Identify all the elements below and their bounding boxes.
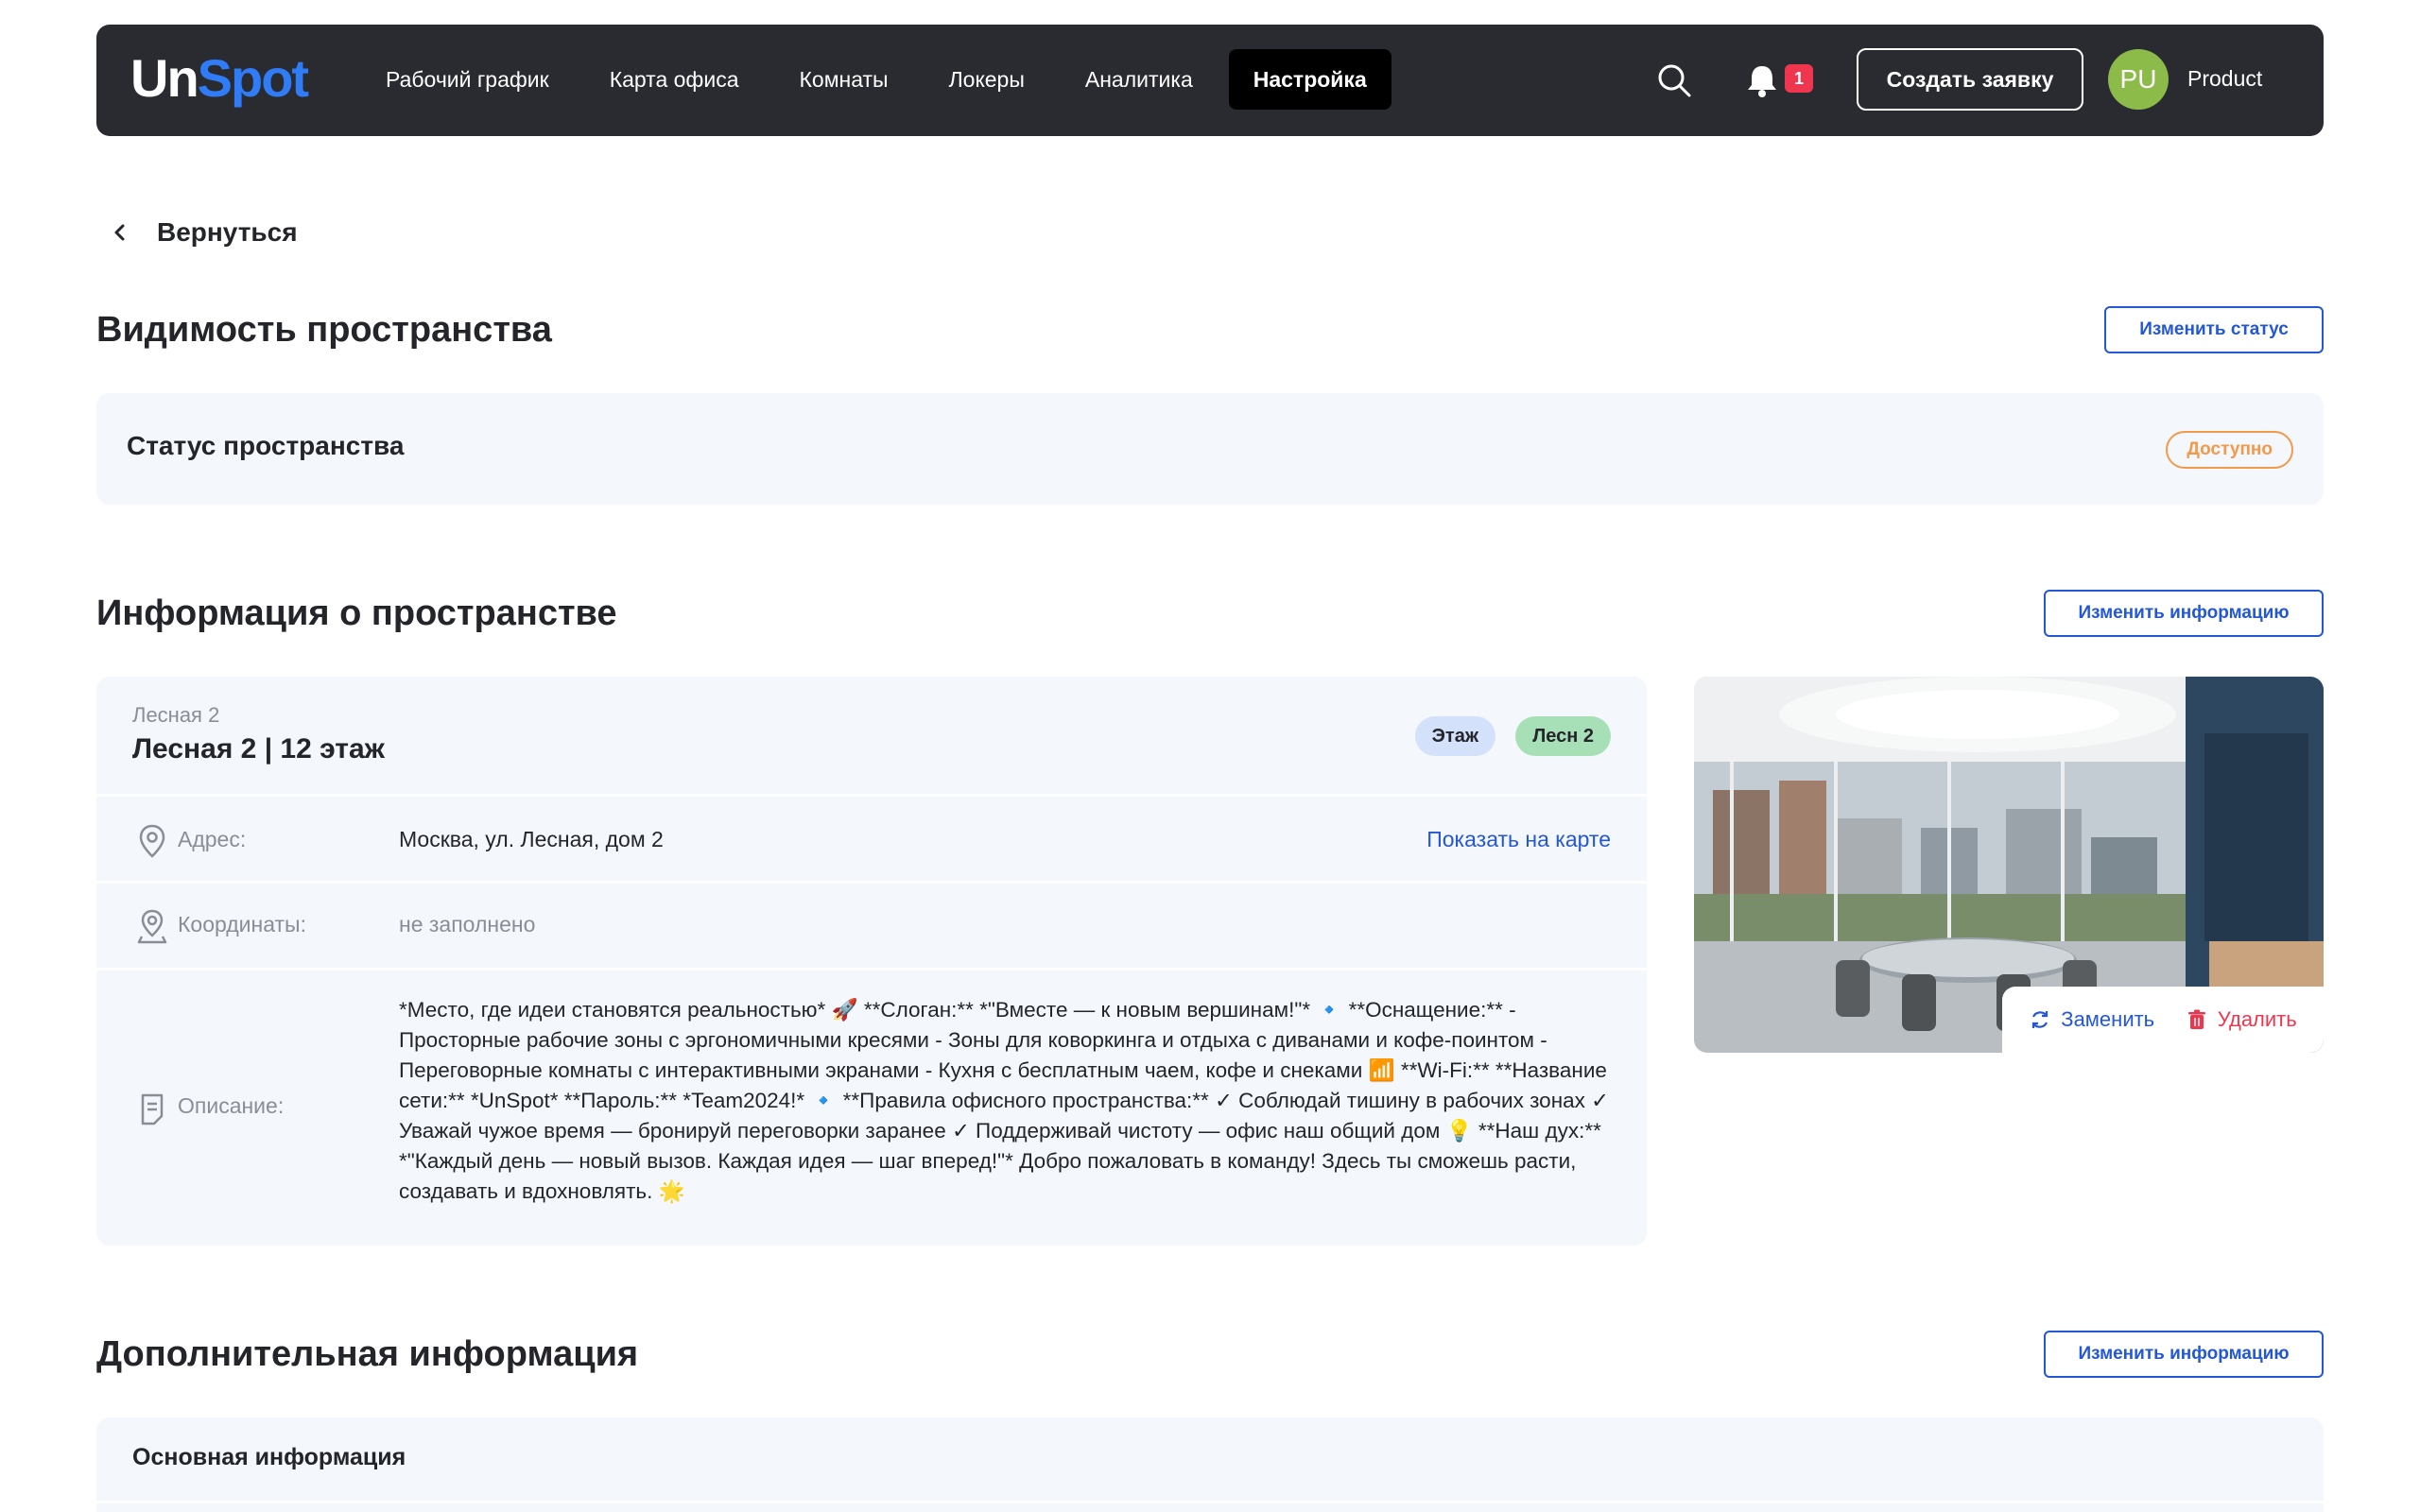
coordinates-label: Координаты: — [178, 912, 306, 936]
extra-info-card: Основная информация — [96, 1418, 2324, 1512]
back-link[interactable]: Вернуться — [106, 214, 298, 251]
description-text: *Место, где идеи становятся реальностью*… — [399, 998, 1609, 1203]
change-info-button[interactable]: Изменить информацию — [2044, 590, 2324, 637]
visibility-section-title: Видимость пространства — [96, 310, 552, 350]
space-info-header: Лесная 2 Лесная 2 | 12 этаж Этаж Лесн 2 — [96, 677, 1647, 794]
coordinates-value: не заполнено — [399, 912, 536, 936]
trash-icon — [2187, 1009, 2205, 1029]
location-pin-icon — [139, 824, 165, 858]
nav-item-schedule[interactable]: Рабочий график — [361, 49, 574, 110]
status-label: Статус пространства — [127, 431, 405, 460]
replace-photo-button[interactable]: Заменить — [2029, 1007, 2154, 1032]
space-photo: Заменить Удалить — [1694, 677, 2324, 1053]
address-value: Москва, ул. Лесная, дом 2 — [399, 827, 664, 851]
space-name: Лесная 2 | 12 этаж — [132, 733, 385, 765]
document-icon — [141, 1093, 164, 1125]
notification-count-badge: 1 — [1785, 64, 1813, 93]
description-row: Описание: *Место, где идеи становятся ре… — [96, 968, 1647, 1246]
main-info-subsection-title: Основная информация — [132, 1444, 406, 1470]
show-on-map-link[interactable]: Показать на карте — [1426, 827, 1611, 852]
create-request-button[interactable]: Создать заявку — [1857, 48, 2083, 111]
coordinates-row: Координаты: не заполнено — [96, 881, 1647, 968]
address-row: Адрес: Москва, ул. Лесная, дом 2 Показат… — [96, 794, 1647, 881]
nav-item-settings[interactable]: Настройка — [1228, 49, 1392, 110]
nav-item-analytics[interactable]: Аналитика — [1061, 49, 1218, 110]
building-name: Лесная 2 — [132, 703, 220, 727]
nav-item-office-map[interactable]: Карта офиса — [585, 49, 764, 110]
logo-un: Un — [130, 48, 199, 108]
delete-photo-label: Удалить — [2217, 1007, 2297, 1031]
space-info-card: Лесная 2 Лесная 2 | 12 этаж Этаж Лесн 2 … — [96, 677, 1647, 1246]
divider — [96, 1501, 2324, 1503]
user-avatar[interactable]: PU — [2108, 49, 2169, 110]
map-marker-icon — [137, 909, 167, 944]
extra-section-title: Дополнительная информация — [96, 1334, 639, 1374]
delete-photo-button[interactable]: Удалить — [2186, 1007, 2297, 1032]
user-name[interactable]: Product — [2187, 62, 2262, 94]
tag-building: Лесн 2 — [1515, 716, 1611, 756]
change-status-button[interactable]: Изменить статус — [2104, 306, 2324, 353]
replace-photo-label: Заменить — [2061, 1007, 2155, 1031]
address-label: Адрес: — [178, 827, 247, 851]
status-card: Статус пространства Доступно — [96, 393, 2324, 505]
unspot-logo[interactable]: UnSpot — [130, 47, 309, 110]
tag-floor: Этаж — [1414, 716, 1495, 756]
change-extra-info-button[interactable]: Изменить информацию — [2044, 1331, 2324, 1378]
logo-spot: Spot — [197, 48, 309, 108]
nav-item-lockers[interactable]: Локеры — [925, 49, 1049, 110]
notification-bell-icon[interactable] — [1745, 62, 1779, 98]
photo-actions: Заменить Удалить — [2002, 987, 2324, 1053]
description-label: Описание: — [178, 1093, 285, 1118]
refresh-icon — [2032, 1011, 2048, 1028]
main-nav: Рабочий график Карта офиса Комнаты Локер… — [361, 49, 1403, 110]
chevron-left-icon — [114, 224, 125, 241]
search-icon[interactable] — [1656, 62, 1692, 98]
top-navigation-bar: UnSpot Рабочий график Карта офиса Комнат… — [96, 25, 2324, 136]
nav-item-rooms[interactable]: Комнаты — [775, 49, 913, 110]
info-section-title: Информация о пространстве — [96, 593, 617, 633]
status-badge: Доступно — [2166, 431, 2293, 469]
back-label: Вернуться — [157, 217, 298, 247]
